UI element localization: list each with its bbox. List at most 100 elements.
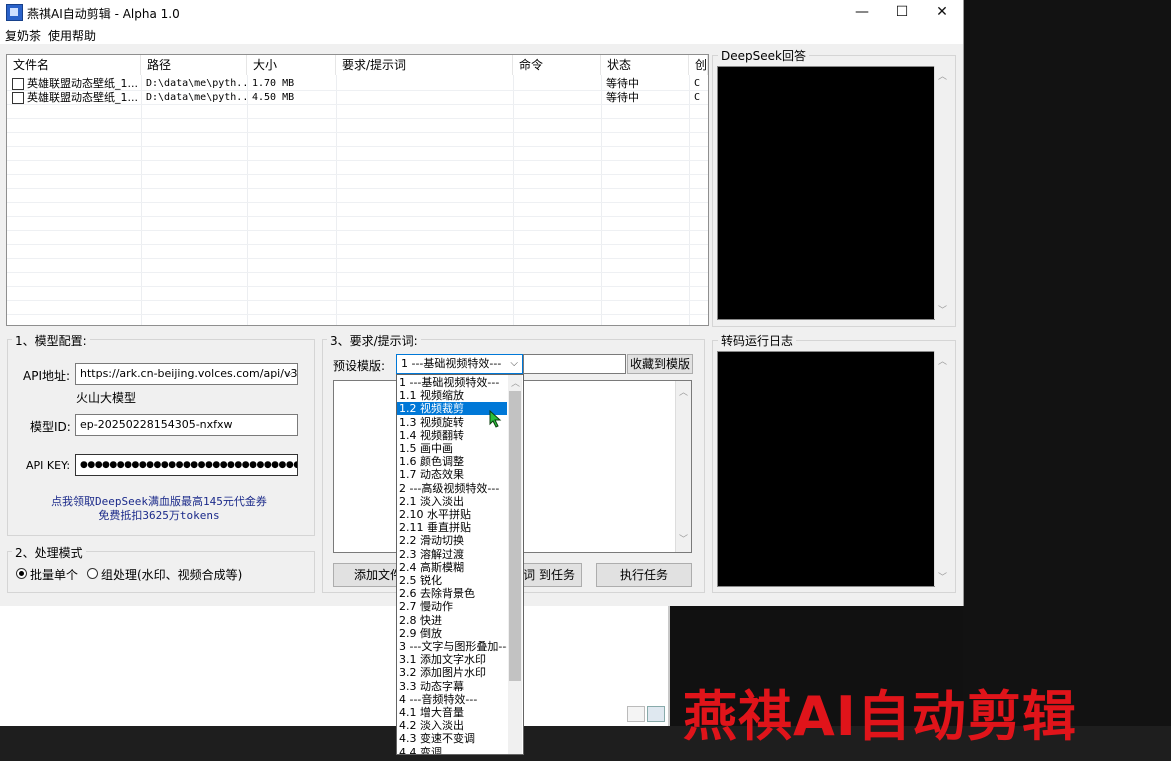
preset-label: 预设模版: [333,359,386,373]
dropdown-item[interactable]: 2.5 锐化 [397,574,507,587]
favorite-template-button[interactable]: 收藏到模版 [627,354,693,374]
prompt-scrollbar[interactable]: ︿ ﹀ [675,381,691,552]
deepseek-scrollbar[interactable]: ︿ ﹀ [934,66,950,319]
dropdown-item[interactable]: 2 ---高级视频特效--- [397,482,507,495]
scroll-down-icon[interactable]: ﹀ [938,570,947,583]
dropdown-item[interactable]: 2.2 滑动切换 [397,534,507,547]
processing-mode-title: 2、处理模式 [12,544,86,561]
row-checkbox[interactable] [12,78,24,90]
deepseek-output[interactable] [717,66,935,320]
scroll-up-icon[interactable]: ︿ [679,383,688,403]
maximize-button[interactable]: ☐ [882,0,922,24]
dropdown-item[interactable]: 4.4 变调 [397,746,507,754]
cell-path: D:\data\me\pyth... [146,78,246,89]
dropdown-item[interactable]: 2.9 倒放 [397,627,507,640]
promo-subtext[interactable]: 免费抵扣3625万tokens [14,507,304,523]
preset-selected-value: 1 ---基础视频特效--- [401,357,502,370]
column-header-created[interactable]: 创 [689,55,708,75]
group-process-label[interactable]: 组处理(水印、视频合成等) [101,566,242,583]
column-header-size[interactable]: 大小 [247,55,336,75]
preset-dropdown[interactable]: 1 ---基础视频特效--- ⌵ [396,354,523,374]
view-toggle-icons [627,706,667,722]
dropdown-item[interactable]: 2.3 溶解过渡 [397,548,507,561]
dropdown-item[interactable]: 3.2 添加图片水印 [397,666,507,679]
template-name-input[interactable] [523,354,626,374]
api-url-dropdown[interactable]: https://ark.cn-beijing.volces.com/api/v3… [75,363,298,385]
group-process-radio[interactable] [87,568,98,579]
cell-filename: 英雄联盟动态壁纸_1... [27,91,138,104]
menu-help[interactable]: 使用帮助 [48,27,96,44]
provider-label: 火山大模型 [76,391,137,405]
column-header-prompt[interactable]: 要求/提示词 [336,55,513,75]
scroll-up-icon[interactable]: ︿ [938,69,947,82]
dropdown-item[interactable]: 4.1 增大音量 [397,706,507,719]
dropdown-item[interactable]: 1 ---基础视频特效--- [397,376,507,389]
row-checkbox[interactable] [12,92,24,104]
log-title: 转码运行日志 [718,332,797,349]
api-url-label: API地址: [23,369,71,383]
scroll-up-icon[interactable]: ︿ [511,376,520,389]
column-divider [689,75,690,325]
prompt-group-title: 3、要求/提示词: [327,332,421,349]
dropdown-item[interactable]: 1.7 动态效果 [397,468,507,481]
scroll-down-icon[interactable]: ﹀ [938,303,947,316]
dropdown-item[interactable]: 3.1 添加文字水印 [397,653,507,666]
column-header-path[interactable]: 路径 [141,55,247,75]
minimize-button[interactable]: — [842,0,882,24]
window-title: 燕祺AI自动剪辑 - Alpha 1.0 [27,7,180,21]
log-scrollbar[interactable]: ︿ ﹀ [934,351,950,586]
mouse-cursor-icon [489,409,503,431]
column-header-command[interactable]: 命令 [513,55,601,75]
close-button[interactable]: ✕ [922,0,962,24]
column-header-filename[interactable]: 文件名 [7,55,141,75]
dropdown-item[interactable]: 4.2 淡入淡出 [397,719,507,732]
column-divider [513,75,514,325]
dropdown-item[interactable]: 3 ---文字与图形叠加--- [397,640,507,653]
chevron-down-icon: ⌵ [285,368,293,379]
dropdown-item[interactable]: 1.5 画中画 [397,442,507,455]
menu-buy-tea[interactable]: 复奶茶 [5,27,41,44]
detail-view-icon[interactable] [647,706,665,722]
model-id-label: 模型ID: [30,420,71,434]
underlying-window [0,606,668,726]
dropdown-item[interactable]: 2.11 垂直拼贴 [397,521,507,534]
dropdown-item[interactable]: 3.3 动态字幕 [397,680,507,693]
column-header-status[interactable]: 状态 [601,55,689,75]
cell-created: C [694,78,701,89]
scroll-up-icon[interactable]: ︿ [938,354,947,367]
cell-size: 1.70 MB [252,78,295,89]
column-divider [141,75,142,325]
dropdown-item[interactable]: 2.1 淡入淡出 [397,495,507,508]
cell-status: 等待中 [606,77,639,90]
model-id-field[interactable]: ep-20250228154305-nxfxw [75,414,298,436]
dropdown-item[interactable]: 4 ---音频特效--- [397,693,507,706]
dropdown-item[interactable]: 1.1 视频缩放 [397,389,507,402]
batch-single-label[interactable]: 批量单个 [30,566,78,583]
api-key-field[interactable]: ●●●●●●●●●●●●●●●●●●●●●●●●●●●●●●●●●●● [75,454,298,476]
column-divider [601,75,602,325]
watermark-text: 燕祺AI自动剪辑 [683,685,1077,748]
file-table[interactable]: 文件名 路径 大小 要求/提示词 命令 状态 创 英雄联盟动态壁纸_1... D [6,54,709,326]
dropdown-item[interactable]: 2.4 高斯模糊 [397,561,507,574]
run-task-button[interactable]: 执行任务 [596,563,692,587]
column-divider [336,75,337,325]
dropdown-item[interactable]: 2.8 快进 [397,614,507,627]
list-view-icon[interactable] [627,706,645,722]
scroll-down-icon[interactable]: ﹀ [679,530,688,550]
dropdown-scrollbar[interactable]: ︿ [508,375,522,754]
dropdown-scroll-thumb[interactable] [509,391,521,681]
dropdown-item[interactable]: 2.7 慢动作 [397,600,507,613]
desktop-background [963,0,1171,761]
cell-path: D:\data\me\pyth... [146,92,246,103]
batch-single-radio[interactable] [16,568,27,579]
dropdown-item[interactable]: 2.10 水平拼贴 [397,508,507,521]
log-output[interactable] [717,351,935,587]
dropdown-item[interactable]: 4.3 变速不变调 [397,732,507,745]
model-config-title: 1、模型配置: [12,332,90,349]
api-url-value: https://ark.cn-beijing.volces.com/api/v3 [80,367,298,380]
column-divider [247,75,248,325]
api-key-label: API KEY: [26,459,71,472]
dropdown-item[interactable]: 2.6 去除背景色 [397,587,507,600]
preset-dropdown-list[interactable]: 4.4 变调 4.3 变速不变调 4.2 淡入淡出 4.1 增大音量 4 ---音频特效… [396,374,524,755]
dropdown-item[interactable]: 1.6 颜色调整 [397,455,507,468]
